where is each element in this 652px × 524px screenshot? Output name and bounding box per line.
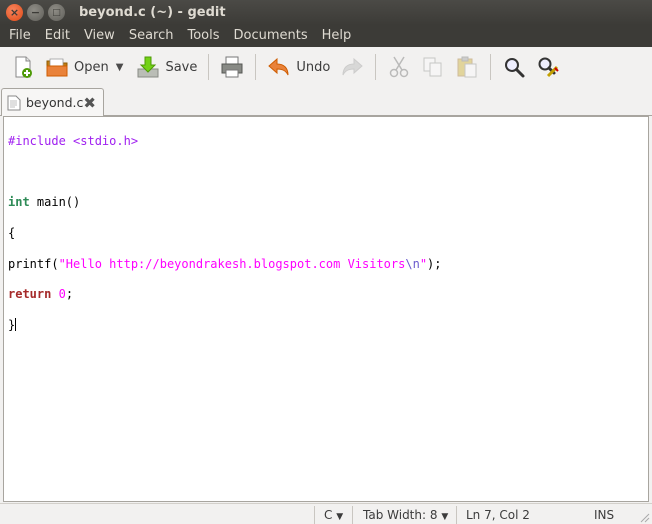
text-cursor [15,317,17,331]
string-close-quote: " [419,256,428,271]
close-icon: × [9,6,20,19]
status-separator [314,506,315,524]
save-button[interactable]: Save [131,50,202,84]
save-icon [137,56,159,78]
code-line: int main() [8,195,644,210]
redo-arrow-icon [342,57,364,76]
include-header: <stdio.h> [73,134,139,149]
toolbar-separator [375,54,377,80]
toolbar-separator [255,54,257,80]
minimize-window-button[interactable]: − [27,4,44,21]
code-line: #include <stdio.h> [8,134,644,149]
cursor-position: Ln 7, Col 2 [466,508,530,522]
maximize-icon: □ [52,7,61,18]
toolbar: Open ▼ Save Undo [0,47,652,87]
open-folder-icon [46,58,68,77]
copy-icon [423,57,442,77]
close-window-button[interactable]: × [6,4,23,21]
scissors-icon [390,56,409,78]
language-selector[interactable]: C ▼ [318,506,349,524]
window-title: beyond.c (~) - gedit [79,5,226,20]
menu-tools[interactable]: Tools [180,25,226,47]
preprocessor-directive: #include [8,134,66,149]
open-recent-dropdown-icon[interactable]: ▼ [116,62,124,73]
title-bar[interactable]: × − □ beyond.c (~) - gedit [0,0,652,25]
open-label: Open [74,59,109,75]
type-keyword: int [8,195,30,210]
code-line: { [8,226,644,241]
escape-sequence: \n [405,256,420,271]
copy-button[interactable] [416,50,450,84]
toolbar-separator [208,54,210,80]
open-button[interactable]: Open [40,50,114,84]
text-document-icon [7,95,21,110]
new-document-icon [15,56,32,78]
tab-label: beyond.c [26,95,84,110]
menu-documents[interactable]: Documents [227,25,315,47]
paste-button[interactable] [450,50,484,84]
menu-help[interactable]: Help [315,25,359,47]
string-literal: "Hello http://beyondrakesh.blogspot.com … [58,256,406,271]
undo-label: Undo [296,59,331,75]
maximize-window-button[interactable]: □ [48,4,65,21]
printf-call: printf( [8,256,59,271]
code-line: } [8,317,644,333]
menu-view[interactable]: View [77,25,122,47]
code-line: return 0; [8,287,644,302]
magnifier-icon [505,58,525,78]
close-brace: } [8,317,16,332]
status-bar: C ▼ Tab Width: 8 ▼ Ln 7, Col 2 INS [0,503,652,524]
resize-grip-icon[interactable] [638,511,650,523]
redo-button[interactable] [335,50,369,84]
toolbar-separator [490,54,492,80]
save-label: Save [165,59,198,75]
text-editor[interactable]: #include <stdio.h> int main() { printf("… [3,116,649,502]
gedit-window: × − □ beyond.c (~) - gedit File Edit Vie… [0,0,652,524]
return-value: 0 [58,287,66,302]
open-brace: { [8,226,16,241]
find-button[interactable] [497,50,531,84]
find-replace-icon [538,57,560,78]
menu-search[interactable]: Search [122,25,181,47]
document-tab-bar: beyond.c ✖ [0,87,652,116]
menu-bar: File Edit View Search Tools Documents He… [0,25,652,47]
undo-button[interactable]: Undo [262,50,335,84]
tab-width-label: Tab Width: 8 [363,508,438,522]
status-separator [456,506,457,524]
paste-icon [457,56,477,78]
print-button[interactable] [215,50,249,84]
chevron-down-icon: ▼ [336,512,344,522]
undo-arrow-icon [268,57,289,76]
chevron-down-icon: ▼ [441,512,449,522]
printf-end: ); [427,256,442,271]
status-separator [352,506,353,524]
tab-close-icon[interactable]: ✖ [83,94,96,112]
find-replace-button[interactable] [531,50,565,84]
insert-mode: INS [594,508,615,522]
menu-edit[interactable]: Edit [38,25,77,47]
main-declaration: main() [29,195,81,210]
cut-button[interactable] [382,50,416,84]
language-label: C [324,508,333,522]
code-line: printf("Hello http://beyondrakesh.blogsp… [8,257,644,272]
minimize-icon: − [30,6,41,19]
new-document-button[interactable] [6,50,40,84]
semicolon: ; [65,287,74,302]
menu-file[interactable]: File [2,25,38,47]
tab-beyond-c[interactable]: beyond.c ✖ [1,88,104,116]
return-keyword: return [8,287,52,302]
printer-icon [221,56,243,78]
tab-width-selector[interactable]: Tab Width: 8 ▼ [357,506,454,524]
